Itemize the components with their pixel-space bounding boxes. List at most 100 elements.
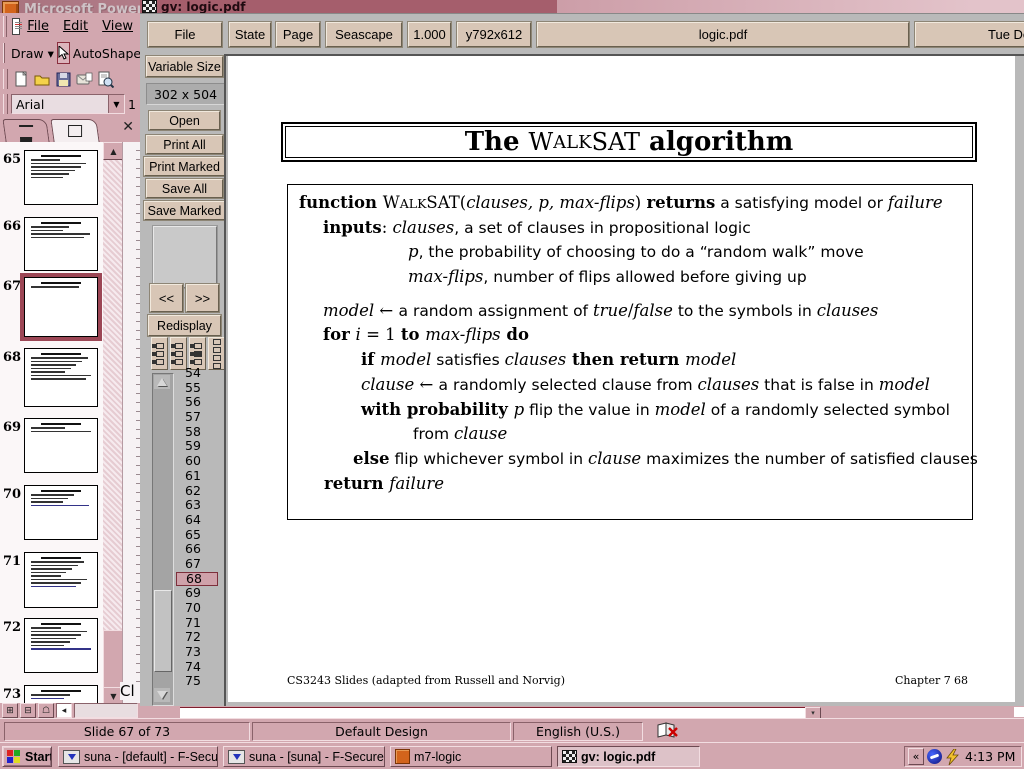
gv-next-page-button[interactable]: >> [186, 284, 219, 312]
gv-page-item[interactable]: 61 [176, 469, 218, 484]
gv-page-item[interactable]: 75 [176, 674, 218, 689]
gv-page-menu-button[interactable]: Page [276, 22, 320, 47]
powerpoint-icon [395, 749, 410, 764]
task-fsecure-suna[interactable]: suna - [suna] - F-Secure S... [223, 746, 385, 767]
gv-page-item[interactable]: 57 [176, 410, 218, 425]
gv-save-marked-button[interactable]: Save Marked [144, 201, 225, 220]
gv-page-item[interactable]: 63 [176, 498, 218, 513]
select-cursor-button[interactable] [57, 42, 70, 64]
ppt-hscrollbar-track[interactable] [180, 707, 805, 718]
gv-page-item[interactable]: 66 [176, 542, 218, 557]
gv-page-item[interactable]: 73 [176, 645, 218, 660]
slide-thumbnail[interactable] [24, 348, 98, 407]
start-button[interactable]: Start [2, 746, 52, 767]
gv-variable-size-button[interactable]: Variable Size [146, 56, 223, 77]
gv-page-item[interactable]: 54 [176, 366, 218, 381]
slide-thumbnail[interactable] [24, 618, 98, 673]
new-document-icon[interactable] [13, 71, 30, 88]
gv-file-menu-button[interactable]: File [148, 22, 222, 47]
algorithm-segment: for [323, 325, 356, 344]
algorithm-line: for i = 1 to max-flips do [323, 323, 972, 348]
gv-print-all-button[interactable]: Print All [146, 135, 223, 154]
slide-thumbnail[interactable] [24, 485, 98, 540]
print-preview-icon[interactable] [97, 71, 114, 88]
scroll-down-icon[interactable] [154, 688, 170, 702]
gv-redisplay-button[interactable]: Redisplay [148, 315, 221, 336]
gv-page-item[interactable]: 60 [176, 454, 218, 469]
gv-page-item[interactable]: 55 [176, 381, 218, 396]
gv-page-item[interactable]: 59 [176, 439, 218, 454]
tab-slides[interactable] [50, 119, 99, 142]
autoshapes-button[interactable]: AutoShapes [70, 43, 140, 63]
slide-thumbnail[interactable] [24, 150, 98, 205]
gv-page-item[interactable]: 65 [176, 528, 218, 543]
task-gv-logic-pdf[interactable]: gv: logic.pdf [557, 746, 700, 767]
normal-view-button[interactable]: ⊞ [2, 703, 18, 718]
gv-page-item[interactable]: 58 [176, 425, 218, 440]
close-pane-icon[interactable]: ✕ [122, 119, 134, 135]
gv-page-item[interactable]: 64 [176, 513, 218, 528]
scroll-up-icon[interactable] [154, 375, 170, 389]
gv-save-all-button[interactable]: Save All [146, 179, 223, 198]
gv-page-scrollbar[interactable] [152, 373, 174, 706]
algorithm-segment: with probability [361, 400, 514, 419]
slideshow-button[interactable]: ☖ [38, 703, 54, 718]
gv-mark-toggle-button[interactable] [151, 337, 168, 370]
gv-page-item[interactable]: 67 [176, 557, 218, 572]
tab-outline[interactable] [2, 119, 49, 142]
gv-page-item[interactable]: 74 [176, 660, 218, 675]
menu-file[interactable]: File [27, 19, 49, 34]
save-icon[interactable] [55, 71, 72, 88]
status-design-template[interactable]: Default Design [252, 722, 511, 741]
task-fsecure-default[interactable]: suna - [default] - F-Secure... [58, 746, 218, 767]
lightning-tray-icon[interactable] [945, 749, 960, 765]
scrollbar-thumb[interactable] [154, 590, 172, 672]
gv-orientation-button[interactable]: Seascape [326, 22, 402, 47]
hscroll-left-icon[interactable]: ◂ [56, 703, 72, 718]
algorithm-segment: failure [888, 193, 943, 212]
slide-thumbnail[interactable] [24, 685, 98, 703]
status-language[interactable]: English (U.S.) [513, 722, 643, 741]
chevron-down-icon[interactable]: ▼ [108, 95, 124, 113]
thumbnail-scrollbar[interactable]: ▲ ▼ [103, 142, 122, 703]
gv-page-item[interactable]: 69 [176, 586, 218, 601]
tray-chevron-button[interactable]: « [908, 748, 924, 765]
gv-page-list: 5455565758596061626364656667686970717273… [176, 366, 218, 697]
slide-thumbnail[interactable] [24, 277, 98, 337]
gv-page-item[interactable]: 72 [176, 630, 218, 645]
gv-state-menu-button[interactable]: State [229, 22, 271, 47]
font-size-partial: 1 [128, 97, 136, 112]
gv-open-button[interactable]: Open [149, 111, 220, 130]
hscrollbar-track[interactable] [74, 703, 138, 718]
gv-print-marked-button[interactable]: Print Marked [144, 157, 225, 176]
gv-page-item[interactable]: 70 [176, 601, 218, 616]
powerpoint-formatting-toolbar: Arial ▼ 1 [0, 92, 140, 117]
gv-page-item[interactable]: 56 [176, 395, 218, 410]
gv-page-item[interactable]: 71 [176, 616, 218, 631]
algorithm-line: with probability p flip the value in mod… [361, 398, 972, 423]
gv-page-item[interactable]: 68 [176, 572, 218, 587]
gv-prev-page-button[interactable]: << [150, 284, 183, 312]
algorithm-segment: function [299, 193, 383, 212]
draw-menu-button[interactable]: Draw ▾ [8, 43, 57, 63]
slide-thumbnail[interactable] [24, 217, 98, 271]
gv-zoom-button[interactable]: 1.000 [408, 22, 451, 47]
gv-media-button[interactable]: y792x612 [457, 22, 531, 47]
scroll-up-icon[interactable]: ▲ [103, 142, 124, 160]
pdf-page[interactable]: The WALKSAT algorithm function WALKSAT(c… [228, 56, 1015, 702]
slide-thumbnail[interactable] [24, 418, 98, 473]
open-folder-icon[interactable] [34, 71, 51, 88]
menu-edit[interactable]: Edit [63, 19, 88, 34]
gv-titlebar[interactable]: gv: logic.pdf [140, 0, 557, 13]
gv-filename-button[interactable]: logic.pdf [537, 22, 909, 47]
mail-icon[interactable] [76, 71, 93, 88]
slide-area-sliver [122, 142, 141, 703]
slide-thumbnail[interactable] [24, 552, 98, 608]
fsecure-tray-icon[interactable] [927, 749, 942, 764]
menu-view[interactable]: View [102, 19, 133, 34]
task-m7-logic[interactable]: m7-logic [390, 746, 552, 767]
font-name-combobox[interactable]: Arial ▼ [11, 94, 125, 114]
slide-sorter-button[interactable]: ⊟ [20, 703, 36, 718]
gv-page-item[interactable]: 62 [176, 484, 218, 499]
scrollbar-thumb[interactable] [103, 630, 124, 688]
